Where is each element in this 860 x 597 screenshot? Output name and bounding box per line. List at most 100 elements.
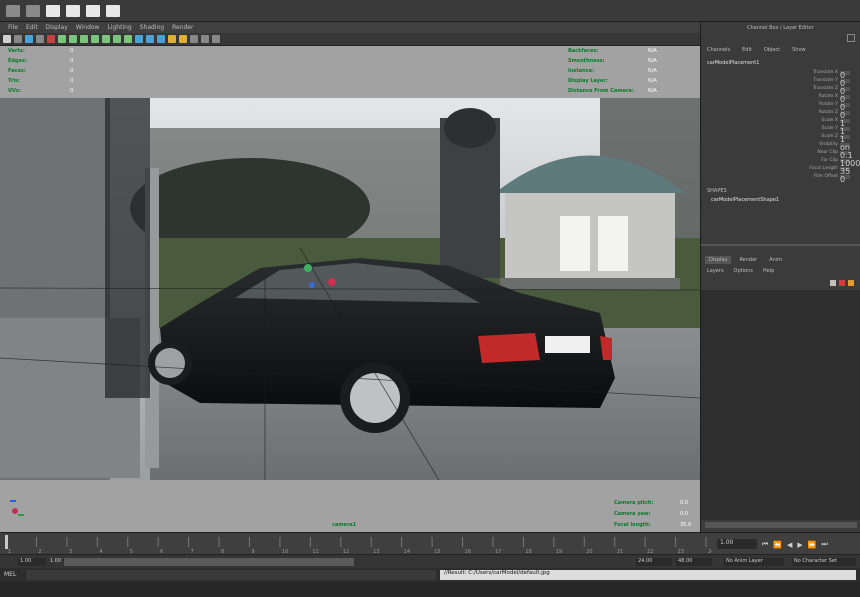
menu-tab[interactable]: Edit bbox=[742, 47, 752, 53]
time-slider[interactable]: 123456789101112131415161718192021222324 … bbox=[0, 532, 860, 555]
menu-item[interactable]: Shading bbox=[140, 24, 164, 31]
perspective-viewport[interactable] bbox=[0, 98, 700, 480]
menu-item[interactable]: Help bbox=[763, 268, 774, 274]
tab-render[interactable]: Render bbox=[735, 256, 761, 264]
menu-item[interactable]: Render bbox=[172, 24, 193, 31]
go-to-end-icon[interactable]: ⏭ bbox=[822, 540, 828, 549]
character-set-dropdown[interactable]: No Character Set bbox=[792, 558, 856, 566]
shadows-icon[interactable] bbox=[179, 35, 187, 43]
play-backward-icon[interactable]: ◀ bbox=[787, 541, 792, 549]
command-input[interactable] bbox=[26, 570, 436, 580]
node-name[interactable]: carModelPlacement1 bbox=[707, 60, 759, 66]
range-start-field[interactable]: 1.00 bbox=[18, 558, 46, 566]
new-scene-icon[interactable] bbox=[6, 4, 20, 17]
tab-anim[interactable]: Anim bbox=[765, 256, 786, 264]
menu-tab[interactable]: Show bbox=[792, 47, 806, 53]
channel-label[interactable]: Film Offset bbox=[814, 174, 838, 179]
safe-action-icon[interactable] bbox=[113, 35, 121, 43]
mel-label[interactable]: MEL bbox=[4, 571, 16, 578]
channel-label[interactable]: Far Clip bbox=[821, 158, 838, 163]
safe-title-icon[interactable] bbox=[124, 35, 132, 43]
film-gate-icon[interactable] bbox=[69, 35, 77, 43]
camera-attributes-icon[interactable] bbox=[14, 35, 22, 43]
shape-name[interactable]: carModelPlacementShape1 bbox=[711, 197, 779, 203]
open-scene-icon[interactable] bbox=[26, 4, 40, 17]
channel-label[interactable]: Translate Z bbox=[813, 86, 838, 91]
range-end-field[interactable]: 24.00 bbox=[636, 558, 672, 566]
menu-item[interactable]: Lighting bbox=[107, 24, 131, 31]
channel-value-field[interactable]: 0 bbox=[840, 95, 850, 104]
channel-value-field[interactable]: 0 bbox=[840, 79, 850, 88]
layer-list[interactable] bbox=[701, 290, 860, 520]
gate-mask-icon[interactable] bbox=[91, 35, 99, 43]
panel-divider[interactable] bbox=[701, 244, 860, 246]
channel-value-field[interactable]: 0 bbox=[840, 111, 850, 120]
high-quality-icon[interactable] bbox=[212, 35, 220, 43]
xray-icon[interactable] bbox=[190, 35, 198, 43]
bookmark-icon[interactable] bbox=[25, 35, 33, 43]
menu-tab[interactable]: Object bbox=[764, 47, 780, 53]
menu-item[interactable]: Display bbox=[46, 24, 68, 31]
current-time-marker[interactable] bbox=[5, 535, 8, 549]
channel-value-field[interactable]: 1 bbox=[840, 119, 850, 128]
save-scene-icon[interactable] bbox=[46, 4, 60, 17]
grid-icon[interactable] bbox=[58, 35, 66, 43]
select-camera-icon[interactable] bbox=[3, 35, 11, 43]
range-bar[interactable] bbox=[64, 558, 354, 566]
menu-item[interactable]: Window bbox=[76, 24, 100, 31]
channel-value-field[interactable]: 0 bbox=[840, 103, 850, 112]
new-layer-icon[interactable] bbox=[848, 280, 854, 286]
ipr-render-icon[interactable] bbox=[86, 4, 100, 17]
channel-value-field[interactable]: 0.1 bbox=[840, 151, 853, 160]
move-layer-up-icon[interactable] bbox=[830, 280, 836, 286]
channel-label[interactable]: Translate Y bbox=[813, 78, 838, 83]
new-layer-selected-icon[interactable] bbox=[839, 280, 845, 286]
channel-label[interactable]: Rotate Y bbox=[819, 102, 838, 107]
panel-scrollbar[interactable] bbox=[705, 522, 857, 528]
channel-value-field[interactable]: 35 bbox=[840, 167, 850, 176]
menu-item[interactable]: Options bbox=[734, 268, 753, 274]
range-outer-end-field[interactable]: 48.00 bbox=[676, 558, 712, 566]
channel-label[interactable]: Focal Length bbox=[809, 166, 838, 171]
channel-value-field[interactable]: 1 bbox=[840, 135, 850, 144]
menu-item[interactable]: Layers bbox=[707, 268, 724, 274]
textured-icon[interactable] bbox=[157, 35, 165, 43]
menu-item[interactable]: Edit bbox=[26, 24, 38, 31]
channel-label[interactable]: Rotate Z bbox=[819, 110, 838, 115]
two-d-pan-zoom-icon[interactable] bbox=[47, 35, 55, 43]
current-frame-field[interactable]: 1.00 bbox=[717, 539, 757, 549]
step-back-icon[interactable]: ⏪ bbox=[773, 541, 782, 549]
close-icon[interactable] bbox=[847, 34, 855, 42]
render-settings-icon[interactable] bbox=[106, 4, 120, 17]
go-to-start-icon[interactable]: ⏮ bbox=[762, 540, 768, 549]
use-all-lights-icon[interactable] bbox=[168, 35, 176, 43]
channel-label[interactable]: Near Clip bbox=[817, 150, 838, 155]
channel-label[interactable]: Scale X bbox=[821, 118, 838, 123]
channel-value-field[interactable]: 1000 bbox=[840, 159, 860, 168]
menu-tab[interactable]: Channels bbox=[707, 47, 730, 53]
field-chart-icon[interactable] bbox=[102, 35, 110, 43]
image-plane-icon[interactable] bbox=[36, 35, 44, 43]
channel-label[interactable]: Rotate X bbox=[819, 94, 838, 99]
menu-item[interactable]: File bbox=[8, 24, 18, 31]
play-forward-icon[interactable]: ▶ bbox=[797, 541, 802, 549]
channel-value-field[interactable]: on bbox=[840, 143, 850, 152]
channel-label[interactable]: Scale Y bbox=[822, 126, 838, 131]
tab-display[interactable]: Display bbox=[705, 256, 732, 264]
channel-label[interactable]: Visibility bbox=[819, 142, 838, 147]
channel-label[interactable]: Scale Z bbox=[821, 134, 838, 139]
channel-value-field[interactable]: 1 bbox=[840, 127, 850, 136]
hud-value: N/A bbox=[648, 68, 657, 74]
channel-value-field[interactable]: 0 bbox=[840, 87, 850, 96]
anim-layer-dropdown[interactable]: No Anim Layer bbox=[724, 558, 784, 566]
render-icon[interactable] bbox=[66, 4, 80, 17]
playback-controls: ⏮ ⏪ ◀ ▶ ⏩ ⏭ bbox=[762, 540, 828, 549]
smooth-shade-icon[interactable] bbox=[146, 35, 154, 43]
wireframe-icon[interactable] bbox=[135, 35, 143, 43]
isolate-select-icon[interactable] bbox=[201, 35, 209, 43]
channel-value-field[interactable]: 0 bbox=[840, 175, 850, 184]
resolution-gate-icon[interactable] bbox=[80, 35, 88, 43]
channel-value-field[interactable]: 0 bbox=[840, 71, 850, 80]
step-forward-icon[interactable]: ⏩ bbox=[808, 541, 817, 549]
channel-label[interactable]: Translate X bbox=[813, 70, 838, 75]
